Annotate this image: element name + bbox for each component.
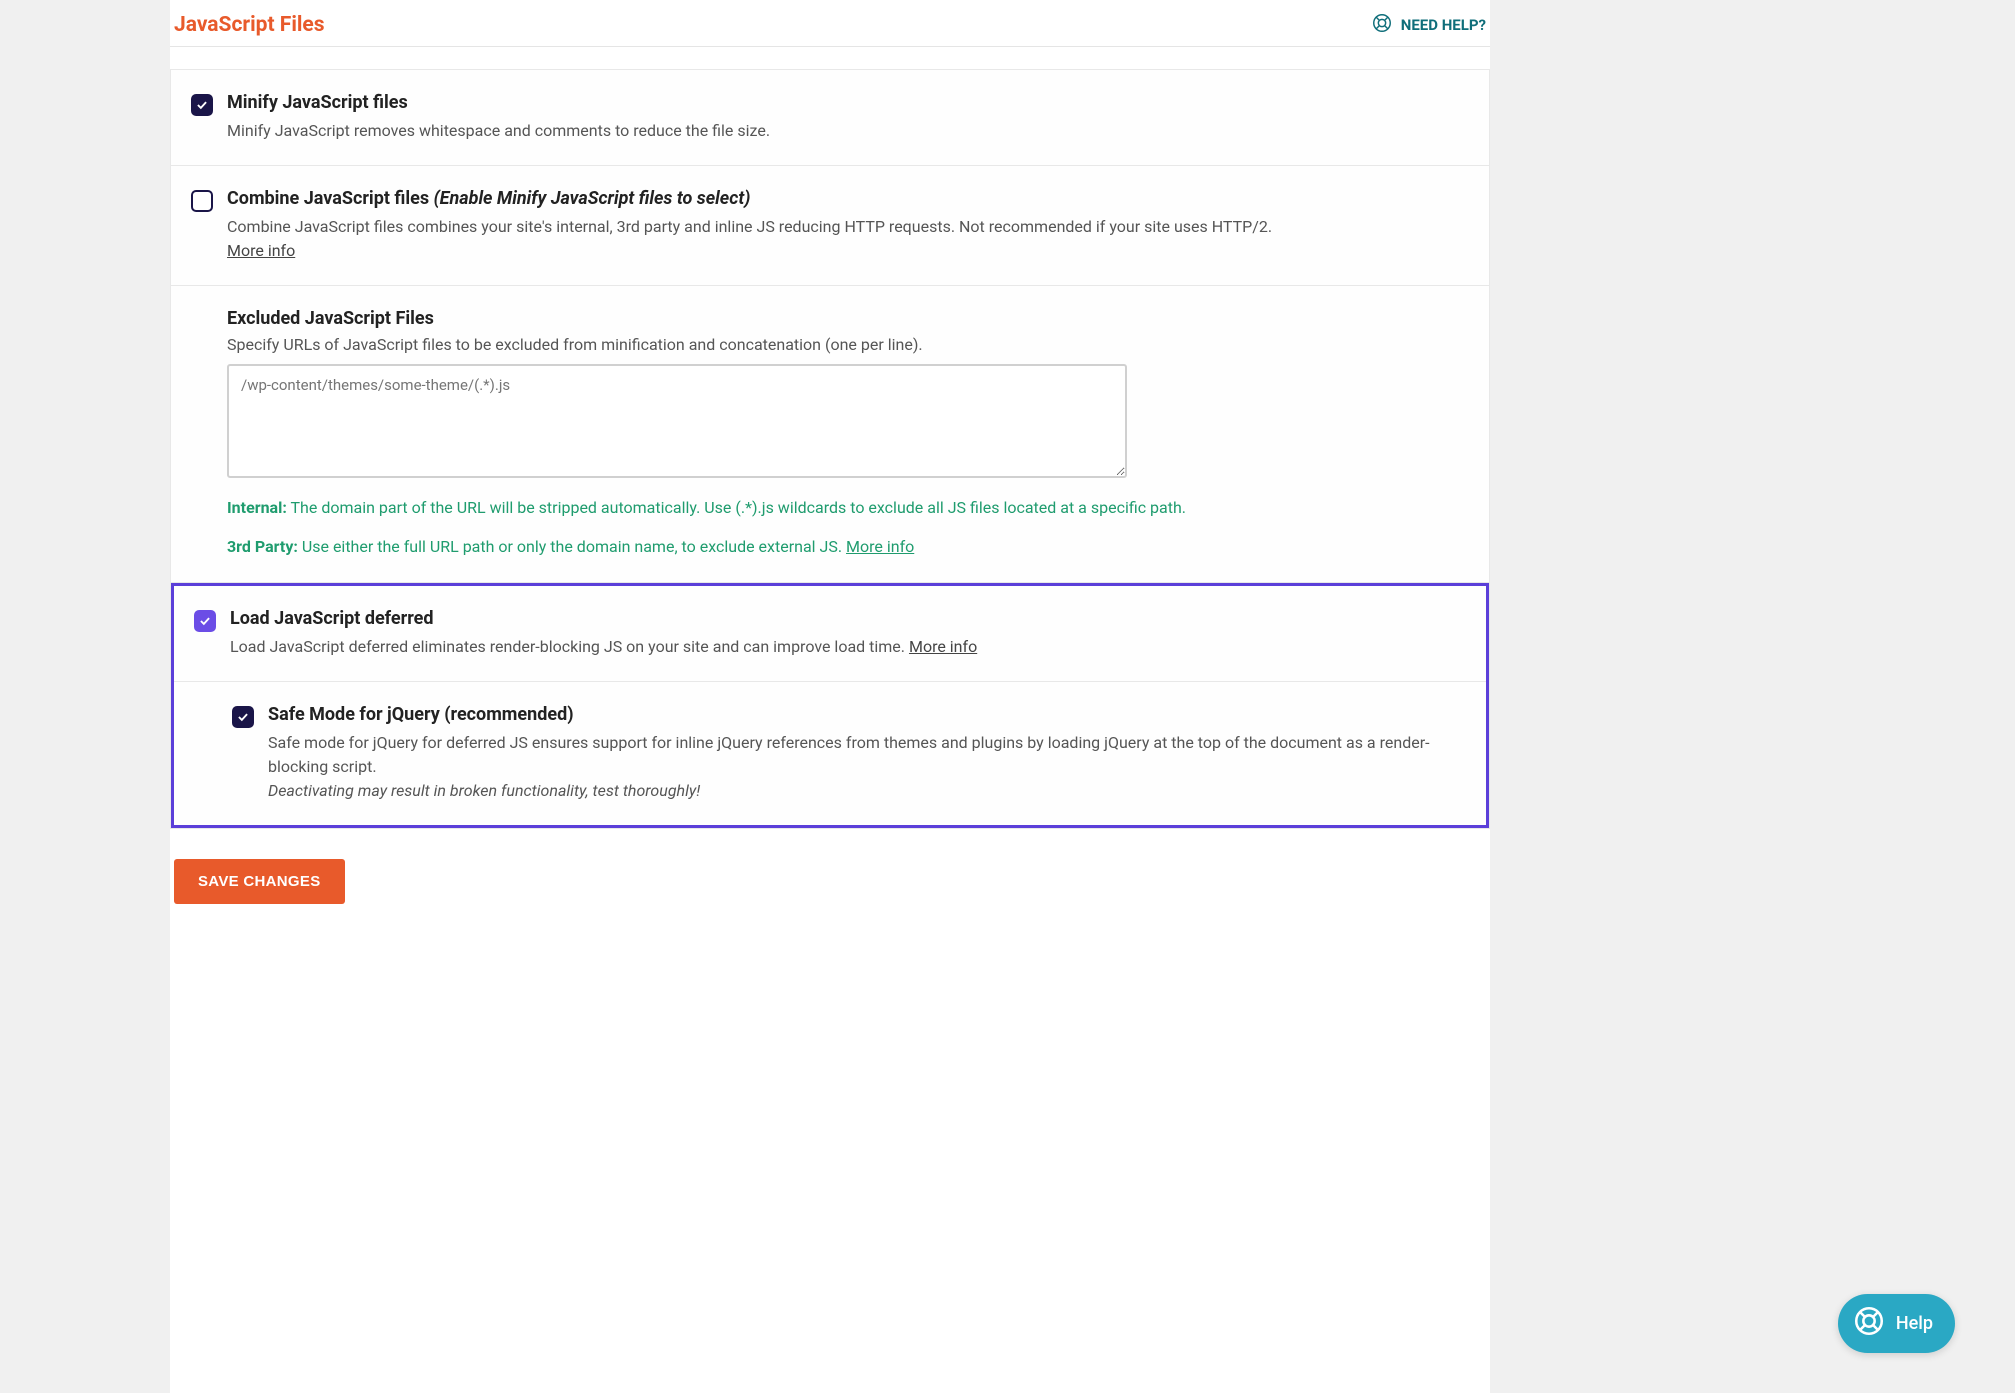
note-3rd-label: 3rd Party: <box>227 537 298 556</box>
highlighted-defer-region: Load JavaScript deferred Load JavaScript… <box>171 583 1489 828</box>
settings-panel: Minify JavaScript files Minify JavaScrip… <box>170 69 1490 829</box>
defer-desc-text: Load JavaScript deferred eliminates rend… <box>230 637 909 656</box>
minify-js-checkbox[interactable] <box>191 94 213 116</box>
combine-title-text: Combine JavaScript files <box>227 188 429 209</box>
defer-more-info-link[interactable]: More info <box>909 637 977 656</box>
setting-safe-mode: Safe Mode for jQuery (recommended) Safe … <box>174 682 1486 825</box>
excluded-more-info-link[interactable]: More info <box>846 537 914 556</box>
help-fab-label: Help <box>1896 1313 1933 1334</box>
excluded-note-internal: Internal: The domain part of the URL wil… <box>227 496 1469 521</box>
excluded-title: Excluded JavaScript Files <box>227 308 1469 329</box>
excluded-js-textarea[interactable] <box>227 364 1127 478</box>
need-help-link[interactable]: NEED HELP? <box>1371 12 1486 38</box>
combine-desc: Combine JavaScript files combines your s… <box>227 215 1469 239</box>
setting-combine-js: Combine JavaScript files (Enable Minify … <box>171 166 1489 286</box>
excluded-desc: Specify URLs of JavaScript files to be e… <box>227 335 1469 354</box>
setting-defer-js: Load JavaScript deferred Load JavaScript… <box>174 586 1486 682</box>
excluded-js-block: Excluded JavaScript Files Specify URLs o… <box>171 286 1489 583</box>
combine-desc-text: Combine JavaScript files combines your s… <box>227 217 1272 236</box>
lifebuoy-icon <box>1852 1304 1886 1343</box>
minify-desc: Minify JavaScript removes whitespace and… <box>227 119 1469 143</box>
defer-title: Load JavaScript deferred <box>230 608 1466 629</box>
safe-mode-title: Safe Mode for jQuery (recommended) <box>268 704 1466 725</box>
section-title: JavaScript Files <box>174 13 325 37</box>
combine-js-checkbox[interactable] <box>191 190 213 212</box>
need-help-label: NEED HELP? <box>1401 16 1486 34</box>
safe-mode-desc: Safe mode for jQuery for deferred JS ens… <box>268 731 1466 779</box>
combine-more-info-link[interactable]: More info <box>227 241 295 260</box>
help-fab-button[interactable]: Help <box>1838 1294 1955 1353</box>
section-header: JavaScript Files NEED HELP? <box>170 12 1490 47</box>
combine-title: Combine JavaScript files (Enable Minify … <box>227 188 1469 209</box>
safe-mode-checkbox[interactable] <box>232 706 254 728</box>
settings-page: JavaScript Files NEED HELP? Minify JavaS… <box>170 0 1490 1393</box>
safe-mode-warning: Deactivating may result in broken functi… <box>268 779 1466 803</box>
combine-hint: (Enable Minify JavaScript files to selec… <box>434 188 751 209</box>
note-internal-label: Internal: <box>227 498 287 517</box>
minify-title: Minify JavaScript files <box>227 92 1469 113</box>
save-changes-button[interactable]: SAVE CHANGES <box>174 859 345 904</box>
setting-minify-js: Minify JavaScript files Minify JavaScrip… <box>171 70 1489 166</box>
note-internal-text: The domain part of the URL will be strip… <box>287 498 1186 517</box>
excluded-note-3rdparty: 3rd Party: Use either the full URL path … <box>227 535 1469 560</box>
lifebuoy-icon <box>1371 12 1393 38</box>
defer-desc: Load JavaScript deferred eliminates rend… <box>230 635 1466 659</box>
note-3rd-text: Use either the full URL path or only the… <box>298 537 846 556</box>
defer-js-checkbox[interactable] <box>194 610 216 632</box>
